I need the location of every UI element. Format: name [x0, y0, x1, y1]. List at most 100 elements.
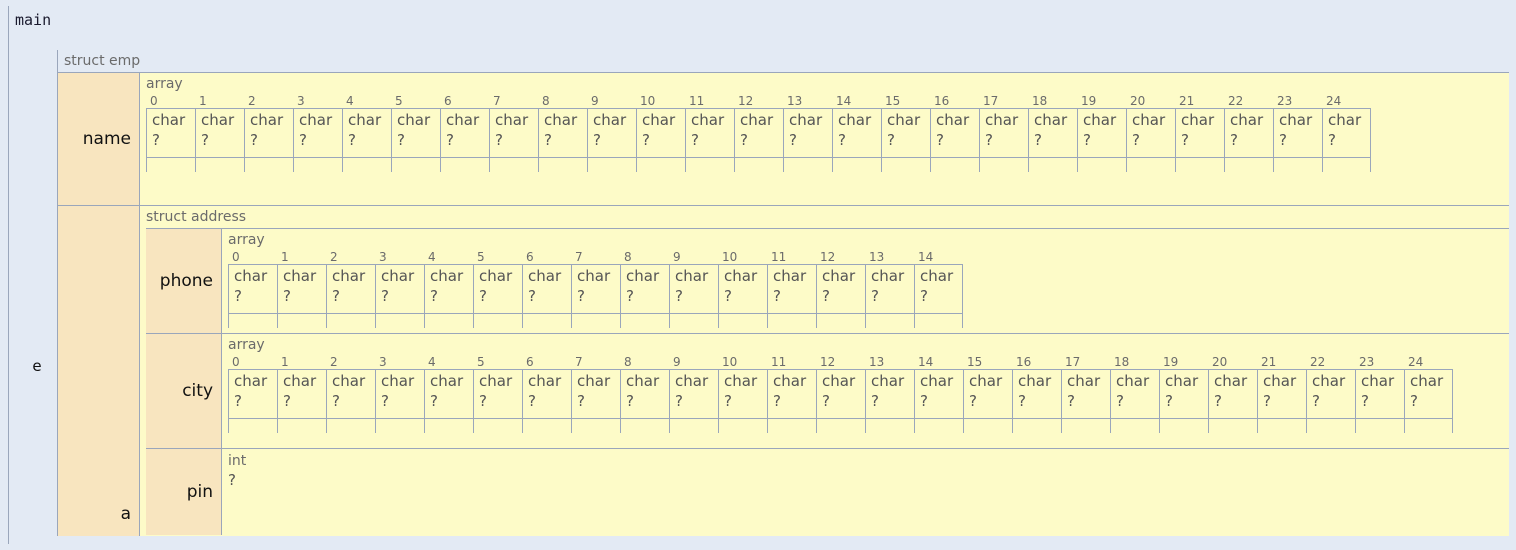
array-cell[interactable]: 20 char?: [1126, 94, 1175, 172]
array-cell[interactable]: 0 char?: [228, 355, 277, 433]
array-cell-box: char?: [523, 264, 571, 314]
array-cell[interactable]: 8 char?: [620, 355, 669, 433]
array-cell-value: ?: [920, 392, 928, 410]
array-cell[interactable]: 1 char?: [277, 355, 326, 433]
array-cell-index: 21: [1261, 355, 1277, 369]
array-cell-value: ?: [348, 131, 356, 149]
array-cell[interactable]: 12 char?: [734, 94, 783, 172]
array-cell[interactable]: 4 char?: [424, 355, 473, 433]
array-cell[interactable]: 10 char?: [718, 355, 767, 433]
array-cell[interactable]: 24 char?: [1322, 94, 1371, 172]
array-cell[interactable]: 12 char?: [816, 355, 865, 433]
array-cell[interactable]: 3 char?: [375, 250, 424, 328]
array-cell[interactable]: 14 char?: [832, 94, 881, 172]
array-cell-box: char?: [882, 108, 930, 158]
array-cell[interactable]: 2 char?: [244, 94, 293, 172]
array-cell-value: ?: [577, 287, 585, 305]
array-cell-type: char: [920, 372, 954, 390]
array-cell[interactable]: 18 char?: [1028, 94, 1077, 172]
array-cell[interactable]: 8 char?: [538, 94, 587, 172]
array-cell[interactable]: 18 char?: [1110, 355, 1159, 433]
array-cell[interactable]: 10 char?: [718, 250, 767, 328]
array-cell[interactable]: 0 char?: [146, 94, 195, 172]
array-cell-type: char: [1083, 111, 1117, 129]
array-cell-type: char: [969, 372, 1003, 390]
array-cell-type: char: [234, 267, 268, 285]
array-cell[interactable]: 11 char?: [767, 250, 816, 328]
array-cell-type: char: [789, 111, 823, 129]
array-cell[interactable]: 2 char?: [326, 355, 375, 433]
array-cell-index: 8: [542, 94, 550, 108]
array-cell[interactable]: 5 char?: [391, 94, 440, 172]
array-cell-value: ?: [626, 392, 634, 410]
array-cell[interactable]: 13 char?: [783, 94, 832, 172]
array-cell[interactable]: 7 char?: [571, 355, 620, 433]
array-cell[interactable]: 14 char?: [914, 355, 963, 433]
array-cell-type: char: [1263, 372, 1297, 390]
array-cell[interactable]: 19 char?: [1159, 355, 1208, 433]
array-cell-type: char: [724, 267, 758, 285]
array-cell[interactable]: 11 char?: [767, 355, 816, 433]
array-cell[interactable]: 8 char?: [620, 250, 669, 328]
array-cell[interactable]: 9 char?: [587, 94, 636, 172]
array-cell[interactable]: 15 char?: [963, 355, 1012, 433]
array-cell[interactable]: 9 char?: [669, 250, 718, 328]
array-cell[interactable]: 23 char?: [1355, 355, 1404, 433]
array-cell[interactable]: 0 char?: [228, 250, 277, 328]
array-cell[interactable]: 3 char?: [293, 94, 342, 172]
array-cell-index: 7: [575, 355, 583, 369]
member-value-name: array 0 char? 1 char? 2 char? 3 char? 4 char? 5 cha…: [140, 73, 1509, 205]
array-cell[interactable]: 4 char?: [424, 250, 473, 328]
array-cell[interactable]: 22 char?: [1306, 355, 1355, 433]
array-cell[interactable]: 9 char?: [669, 355, 718, 433]
array-cell-type: char: [1361, 372, 1395, 390]
array-cell[interactable]: 1 char?: [195, 94, 244, 172]
array-cell-box: char?: [1274, 108, 1322, 158]
array-cell[interactable]: 10 char?: [636, 94, 685, 172]
array-cell[interactable]: 16 char?: [1012, 355, 1061, 433]
array-cell[interactable]: 20 char?: [1208, 355, 1257, 433]
array-cell-box: char?: [343, 108, 391, 158]
array-cell[interactable]: 6 char?: [522, 355, 571, 433]
array-cell[interactable]: 7 char?: [571, 250, 620, 328]
array-cell[interactable]: 17 char?: [1061, 355, 1110, 433]
array-cell-type: char: [773, 372, 807, 390]
array-cell[interactable]: 24 char?: [1404, 355, 1453, 433]
array-cell[interactable]: 7 char?: [489, 94, 538, 172]
array-cell[interactable]: 22 char?: [1224, 94, 1273, 172]
array-cell[interactable]: 13 char?: [865, 250, 914, 328]
array-cell[interactable]: 16 char?: [930, 94, 979, 172]
array-cell-index: 8: [624, 250, 632, 264]
array-cell[interactable]: 11 char?: [685, 94, 734, 172]
array-cell-box: char?: [768, 369, 816, 419]
array-cell[interactable]: 21 char?: [1257, 355, 1306, 433]
array-cell[interactable]: 21 char?: [1175, 94, 1224, 172]
array-cell-type: char: [871, 372, 905, 390]
array-cell-value: ?: [871, 392, 879, 410]
array-cell[interactable]: 6 char?: [522, 250, 571, 328]
array-cell-index: 3: [379, 355, 387, 369]
array-cell[interactable]: 15 char?: [881, 94, 930, 172]
array-cell[interactable]: 5 char?: [473, 250, 522, 328]
array-cells-city: 0 char? 1 char? 2 char? 3 char? 4 char? 5 char? 6 cha…: [222, 355, 1509, 433]
array-cell[interactable]: 4 char?: [342, 94, 391, 172]
array-cell[interactable]: 12 char?: [816, 250, 865, 328]
array-cell[interactable]: 19 char?: [1077, 94, 1126, 172]
array-cell[interactable]: 3 char?: [375, 355, 424, 433]
array-cell[interactable]: 5 char?: [473, 355, 522, 433]
array-cell[interactable]: 1 char?: [277, 250, 326, 328]
array-cell[interactable]: 14 char?: [914, 250, 963, 328]
array-cell-index: 3: [379, 250, 387, 264]
array-cell[interactable]: 17 char?: [979, 94, 1028, 172]
array-cell[interactable]: 13 char?: [865, 355, 914, 433]
array-cells-phone: 0 char? 1 char? 2 char? 3 char? 4 char? 5 char? 6 cha…: [222, 250, 1509, 328]
array-cell-box: char?: [196, 108, 244, 158]
array-cell-type: char: [1181, 111, 1215, 129]
array-cell[interactable]: 6 char?: [440, 94, 489, 172]
array-cell-value: ?: [528, 287, 536, 305]
array-cell[interactable]: 2 char?: [326, 250, 375, 328]
array-cell-box: char?: [1307, 369, 1355, 419]
array-cell[interactable]: 23 char?: [1273, 94, 1322, 172]
array-cell-box: char?: [1323, 108, 1370, 158]
array-cell-box: char?: [1160, 369, 1208, 419]
